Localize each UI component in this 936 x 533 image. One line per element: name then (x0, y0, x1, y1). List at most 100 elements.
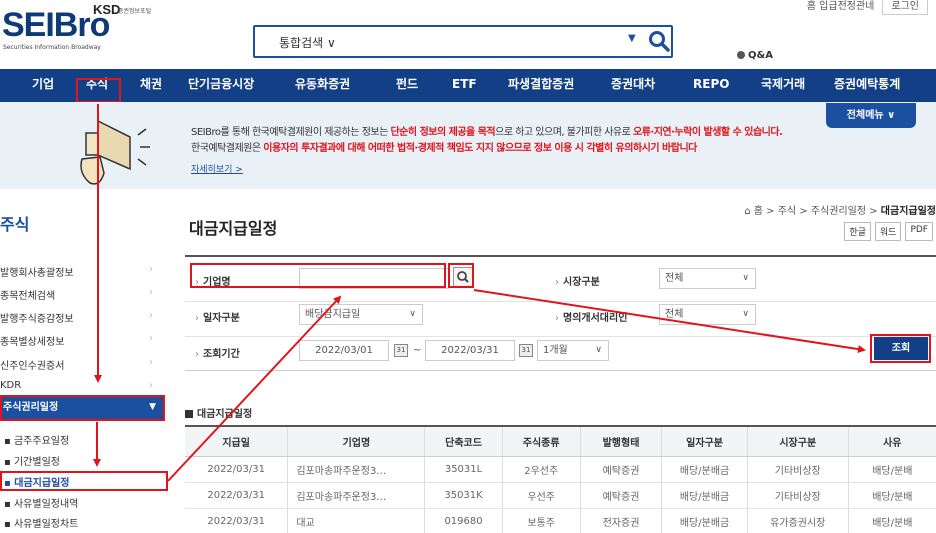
top-utility-links: 홈 입급전정관네 로그인 (807, 0, 928, 15)
full-menu-button[interactable]: 전체메뉴 ∨ (826, 103, 916, 128)
date-type-select[interactable]: 배당금지급일 ∨ (299, 304, 423, 325)
col-header-company[interactable]: 기업명 (287, 426, 426, 457)
sidebar-item-stock-detail[interactable]: 종목별상세정보 › (0, 333, 165, 348)
submenu-item-period-schedule[interactable]: ▪ 기간별일정 (4, 453, 60, 468)
banner-highlight: 오류·지연·누락이 발생할 수 있습니다. (633, 127, 783, 138)
chevron-down-icon: ∨ (742, 273, 749, 283)
banner-text: 으로 하고 있으며, 불가피한 사유로 (495, 127, 634, 138)
cell-issue-form: 예탁증권 (580, 482, 663, 509)
cell-company[interactable]: 대교 (287, 508, 426, 533)
cell-short-code: 35031K (424, 482, 503, 509)
cell-issue-form: 전자증권 (580, 508, 663, 533)
qa-link[interactable]: Q&A (737, 50, 773, 61)
select-value: 전체 (665, 273, 684, 284)
chevron-right-icon: › (149, 310, 153, 321)
cell-issue-form: 예탁증권 (580, 456, 663, 483)
sidebar-item-all-stock-search[interactable]: 종목전체검색 › (0, 287, 165, 302)
payment-schedule-table: 지급일 기업명 단축코드 주식종류 발행형태 일자구분 시장구분 사유 2022… (185, 425, 936, 533)
cell-date-type: 배당/분배금 (661, 482, 748, 509)
nav-item-securitization[interactable]: 유동화증권 (295, 69, 350, 102)
qa-icon (737, 51, 745, 59)
table-header-row: 지급일 기업명 단축코드 주식종류 발행형태 일자구분 시장구분 사유 (185, 426, 936, 457)
nav-item-repo[interactable]: REPO (693, 69, 729, 102)
nav-item-international[interactable]: 국제거래 (761, 69, 805, 102)
chevron-right-icon: › (149, 333, 153, 344)
sidebar-item-label: 종목별상세정보 (0, 337, 65, 348)
col-header-short-code[interactable]: 단축코드 (424, 426, 503, 457)
calendar-icon[interactable]: 31 (519, 344, 533, 357)
submenu-label: 사유별일정차트 (13, 519, 79, 530)
nav-item-bond[interactable]: 채권 (140, 69, 162, 102)
export-buttons: 한글 워드 PDF (844, 222, 933, 241)
col-header-date-type[interactable]: 일자구분 (661, 426, 748, 457)
market-type-select[interactable]: 전체 ∨ (659, 268, 756, 289)
col-header-pay-date[interactable]: 지급일 (185, 426, 289, 457)
col-header-market-type[interactable]: 시장구분 (747, 426, 849, 457)
cell-date-type: 배당/분배금 (661, 456, 748, 483)
submenu-item-reason-chart[interactable]: ▪ 사유별일정차트 (4, 515, 78, 530)
login-button[interactable]: 로그인 (882, 0, 928, 15)
export-hwp-button[interactable]: 한글 (844, 222, 871, 241)
cell-stock-type: 보통주 (502, 508, 581, 533)
breadcrumb-path[interactable]: 홈 > 주식 > 주식권리일정 > (754, 206, 881, 217)
cell-company[interactable]: 김포마송파주운정3… (287, 456, 426, 483)
date-type-label: 일자구분 (195, 309, 240, 324)
sidebar-item-label: KDR (0, 380, 22, 391)
export-word-button[interactable]: 워드 (874, 222, 902, 241)
search-icon[interactable] (647, 29, 671, 53)
sidebar-item-subscription-rights[interactable]: 신주인수권증서 › (0, 357, 165, 372)
sidebar-item-kdr[interactable]: KDR › (0, 380, 165, 391)
cell-market-type: 기타비상장 (747, 456, 849, 483)
period-select[interactable]: 1개월 ∨ (537, 340, 609, 361)
ksd-logo-subtitle: 증권정보포털 (118, 8, 152, 15)
calendar-icon[interactable]: 31 (394, 344, 408, 357)
cell-stock-type: 우선주 (502, 482, 581, 509)
table-row[interactable]: 2022/03/31 김포마송파주운정3… 35031K 우선주 예탁증권 배당… (185, 482, 936, 509)
nav-item-company[interactable]: 기업 (32, 69, 54, 102)
nav-item-etf[interactable]: ETF (452, 69, 477, 102)
sidebar-item-label: 종목전체검색 (0, 291, 56, 302)
nav-item-fund[interactable]: 펀드 (396, 69, 418, 102)
export-pdf-button[interactable]: PDF (905, 222, 933, 241)
highlight-box-payment-schedule (0, 471, 168, 491)
cell-reason: 배당/분배 (848, 456, 936, 483)
submenu-item-weekly-schedule[interactable]: ▪ 금주주요일정 (4, 432, 69, 447)
home-icon[interactable]: ⌂ (744, 206, 754, 217)
col-header-reason[interactable]: 사유 (848, 426, 936, 457)
banner-notice-line-1: SEIBro를 통해 한국예탁결제원이 제공하는 정보는 단순히 정보의 제공을… (191, 123, 783, 138)
table-row[interactable]: 2022/03/31 김포마송파주운정3… 35031L 2우선주 예탁증권 배… (185, 456, 936, 483)
transfer-agent-select[interactable]: 전체 ∨ (659, 304, 756, 325)
nav-item-money-market[interactable]: 단기금융시장 (188, 69, 254, 102)
search-category-select[interactable]: 통합검색 ∨ (279, 34, 336, 51)
nav-item-securities-lending[interactable]: 증권대차 (611, 69, 655, 102)
submenu-item-reason-schedule[interactable]: ▪ 사유별일정내역 (4, 495, 78, 510)
filter-divider (185, 336, 936, 337)
cell-pay-date: 2022/03/31 (185, 508, 289, 533)
cell-short-code: 35031L (424, 456, 503, 483)
date-to-input[interactable]: 2022/03/31 (425, 340, 515, 361)
nav-item-deposit-stats[interactable]: 증권예탁통계 (834, 69, 900, 102)
sidebar-item-label: 발행주식증감정보 (0, 314, 74, 325)
filter-divider (185, 301, 936, 302)
cell-market-type: 기타비상장 (747, 482, 849, 509)
chevron-down-icon: ∨ (409, 309, 416, 319)
col-header-issue-form[interactable]: 발행형태 (580, 426, 663, 457)
cell-company[interactable]: 김포마송파주운정3… (287, 482, 426, 509)
table-row[interactable]: 2022/03/31 대교 019680 보통주 전자증권 배당/분배금 유가증… (185, 508, 936, 533)
cell-pay-date: 2022/03/31 (185, 482, 289, 509)
integrated-search-box[interactable]: 통합검색 ∨ ▼ (253, 25, 673, 58)
period-label: 조회기간 (195, 345, 240, 360)
table-caption: 대금지급일정 (185, 405, 252, 420)
col-header-stock-type[interactable]: 주식종류 (502, 426, 581, 457)
banner-more-link[interactable]: 자세히보기 > (191, 162, 243, 175)
nav-item-derivative-linked[interactable]: 파생결합증권 (508, 69, 574, 102)
highlight-box-stock-menu (76, 78, 121, 103)
date-from-input[interactable]: 2022/03/01 (299, 340, 389, 361)
sidebar-item-share-change[interactable]: 발행주식증감정보 › (0, 310, 165, 325)
chevron-right-icon: › (149, 380, 153, 391)
select-value: 전체 (665, 309, 684, 320)
banner-notice-line-2: 한국예탁결제원은 이용자의 투자결과에 대해 어떠한 법적·경제적 책임도 지지… (191, 139, 697, 154)
search-dropdown-icon[interactable]: ▼ (628, 33, 636, 44)
utility-links[interactable]: 홈 입급전정관네 (807, 0, 875, 12)
sidebar-item-issuer-info[interactable]: 발행회사총괄정보 › (0, 264, 165, 279)
